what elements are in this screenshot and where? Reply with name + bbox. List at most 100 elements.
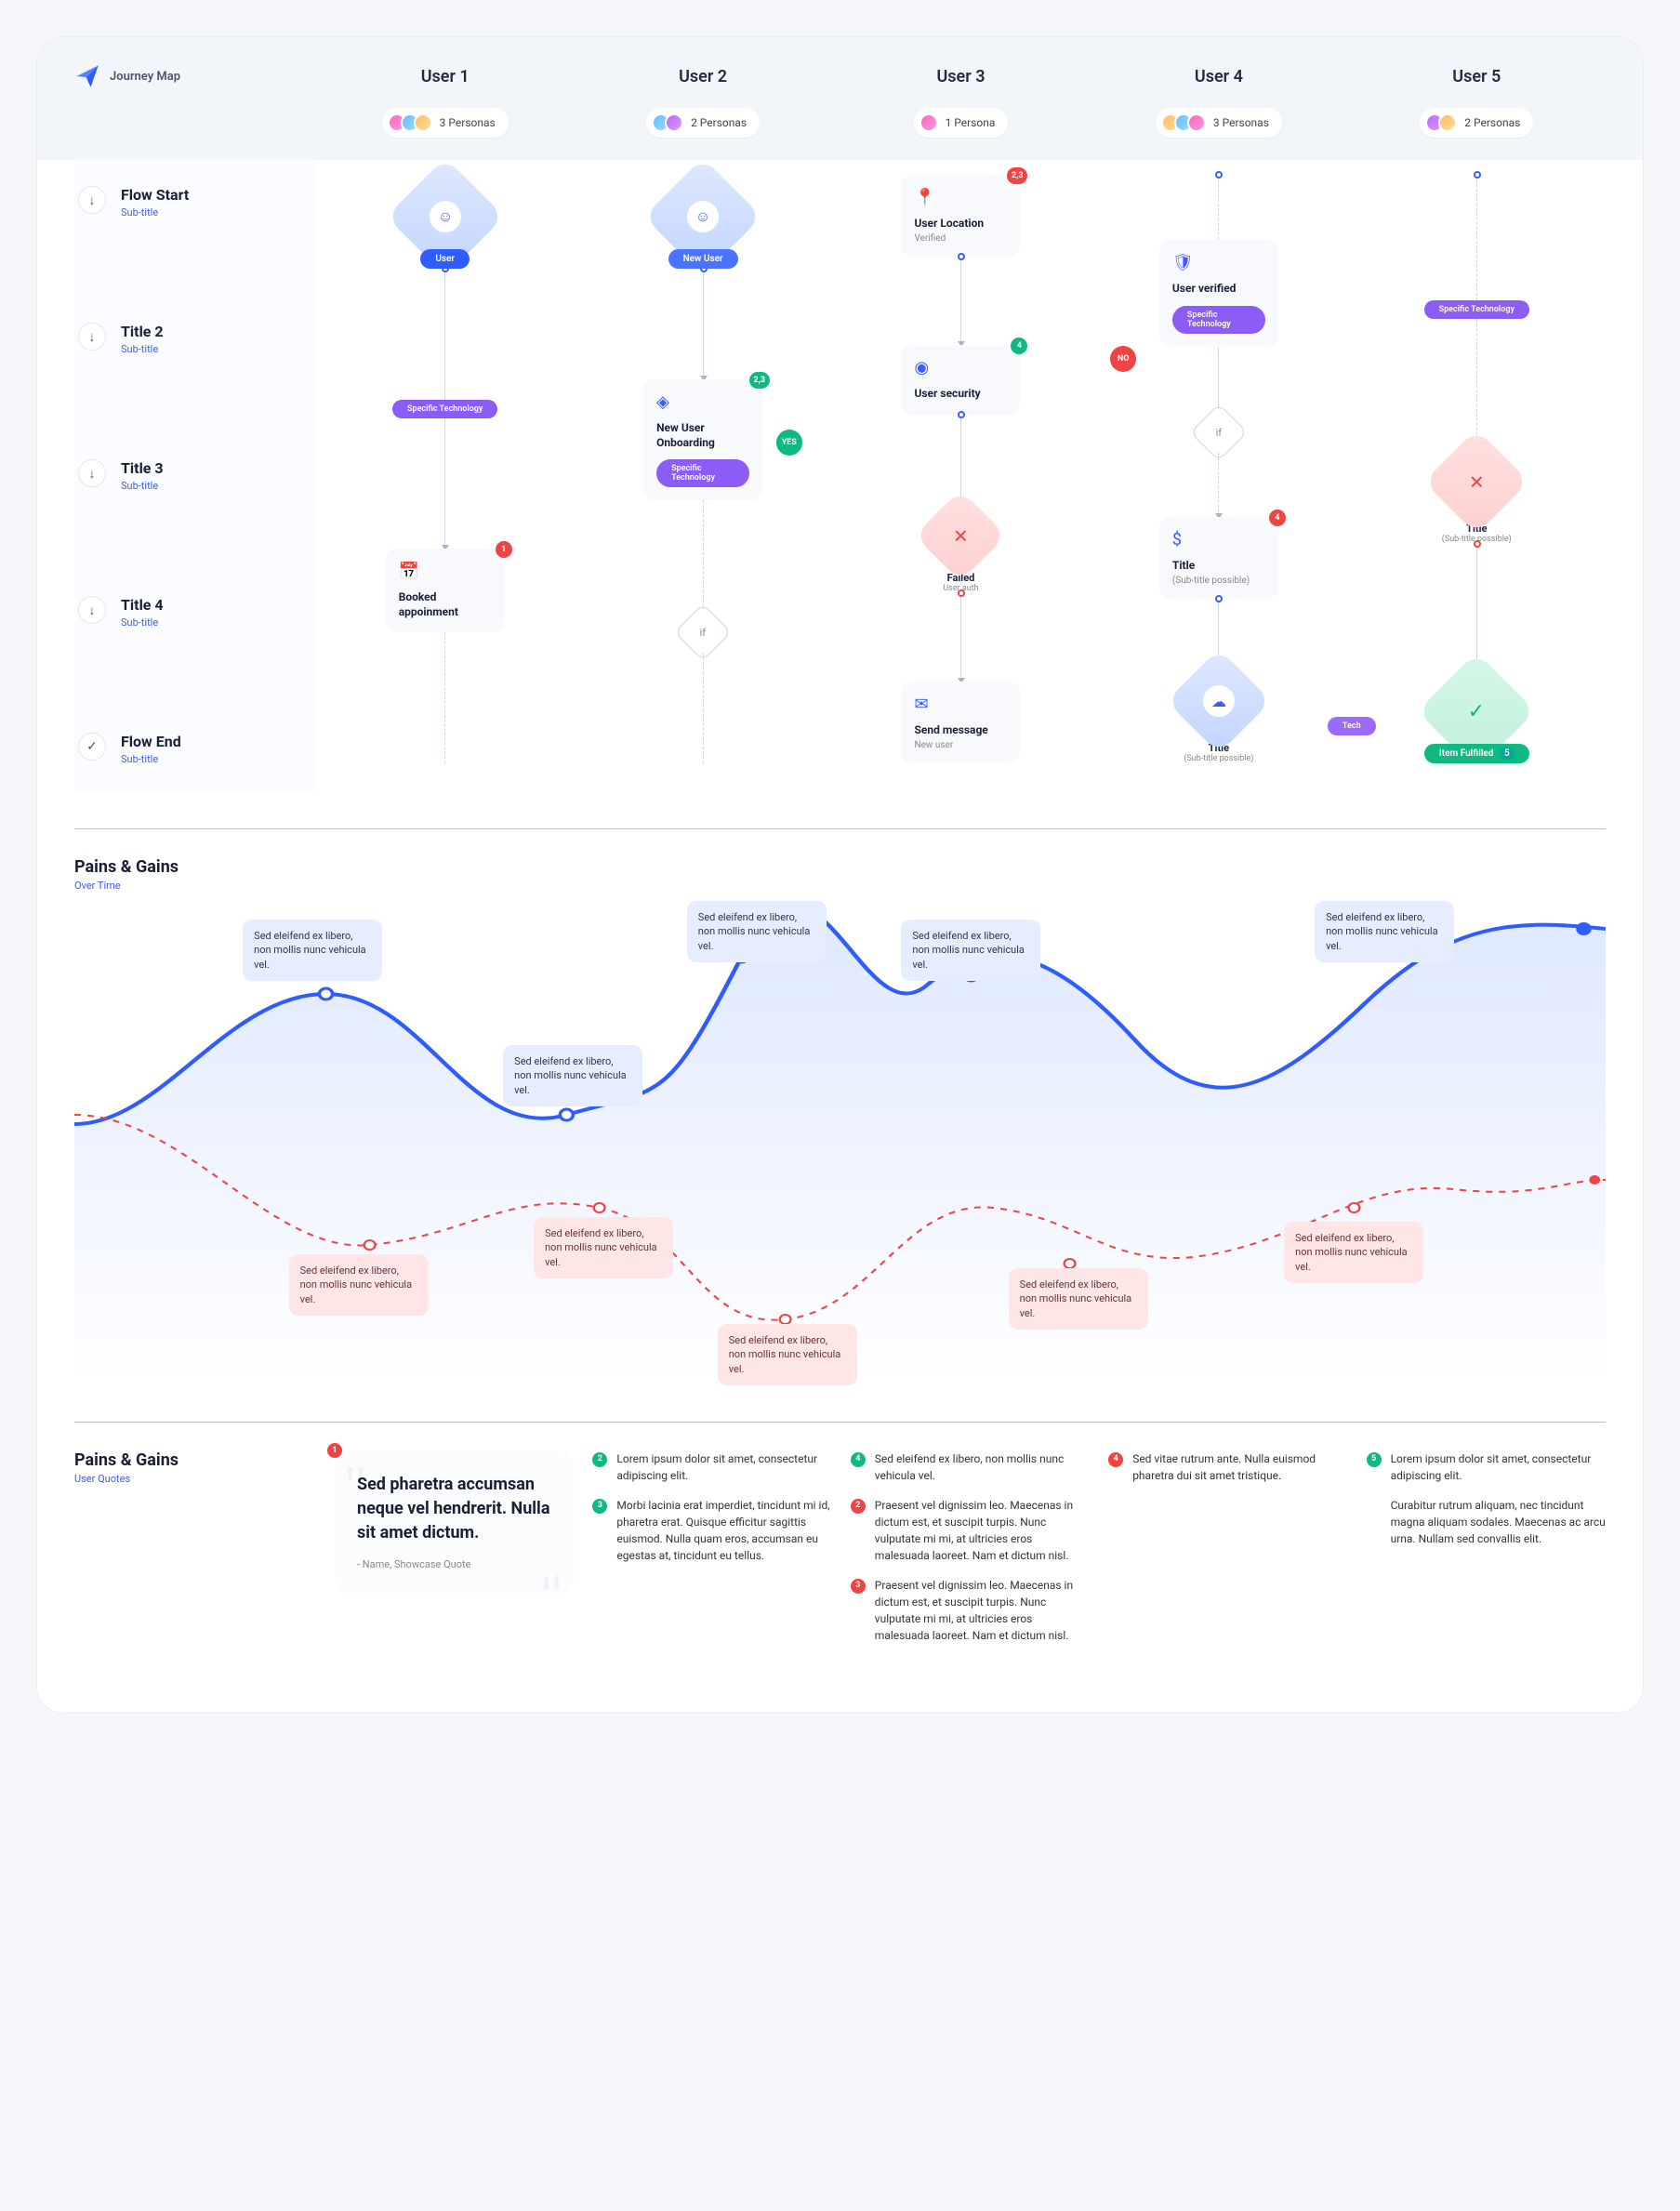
- fingerprint-icon: ◉: [914, 358, 1007, 377]
- quote-number-badge: 4: [1108, 1452, 1123, 1467]
- gain-note: Sed eleifend ex libero, non mollis nunc …: [1315, 901, 1454, 962]
- flow-col-user2: ☺ New User 2,3 ◈ New User Onboarding Spe…: [574, 160, 831, 791]
- gain-note: Sed eleifend ex libero, non mollis nunc …: [243, 920, 382, 981]
- calendar-icon: 📅: [399, 562, 492, 581]
- gain-note: Sed eleifend ex libero, non mollis nunc …: [687, 901, 827, 962]
- flow-col-user1: ☺ User Specific Technology 1 📅 Booked ap…: [316, 160, 574, 791]
- pains-gains-header: Pains & Gains Over Time: [37, 829, 1643, 901]
- persona-pill-5[interactable]: 2 Personas: [1420, 108, 1533, 138]
- failed-node[interactable]: ✕: [915, 490, 1007, 582]
- gain-note: Sed eleifend ex libero, non mollis nunc …: [503, 1045, 642, 1106]
- quote-number-badge: 5: [1367, 1452, 1382, 1467]
- gain-note: Sed eleifend ex libero, non mollis nunc …: [901, 920, 1040, 981]
- col-head-user1: User 1: [316, 67, 574, 86]
- pains-gains-chart: Sed eleifend ex libero, non mollis nunc …: [74, 901, 1606, 1384]
- end-node-user4[interactable]: ☁: [1166, 648, 1271, 753]
- quote-col-3: 4Sed vitae rutrum ante. Nulla euismod ph…: [1108, 1450, 1347, 1657]
- quote-text: Lorem ipsum dolor sit amet, consectetur …: [1391, 1450, 1606, 1484]
- quote-number-badge: 2: [592, 1452, 607, 1467]
- user-icon: ☺: [687, 201, 719, 232]
- arrow-down-icon: ↓: [78, 459, 106, 487]
- quote-number-badge: 3: [592, 1499, 607, 1514]
- tech-pill: Specific Technology: [1172, 306, 1265, 334]
- persona-row: 3 Personas 2 Personas 1 Persona 3 Person…: [37, 108, 1643, 160]
- pain-note: Sed eleifend ex libero, non mollis nunc …: [1009, 1268, 1148, 1330]
- logo: Journey Map: [74, 63, 316, 89]
- persona-pill-1[interactable]: 3 Personas: [382, 108, 509, 138]
- badge: 4: [1011, 338, 1027, 354]
- flow-col-user3: YES NO 2,3 📍 User Location Verified 4 ◉ …: [832, 160, 1090, 791]
- pain-note: Sed eleifend ex libero, non mollis nunc …: [289, 1254, 429, 1316]
- persona-pill-2[interactable]: 2 Personas: [646, 108, 760, 138]
- flow-col-user4: 🛡 User verified Specific Technology if 4…: [1090, 160, 1347, 791]
- card-title-1[interactable]: 4 $ Title (Sub-title possible): [1159, 517, 1278, 599]
- card-send-message[interactable]: ✉ Send message New user: [901, 682, 1020, 763]
- quote-text: Sed eleifend ex libero, non mollis nunc …: [875, 1450, 1090, 1484]
- card-booked-appointment[interactable]: 1 📅 Booked appoinment: [386, 549, 505, 632]
- row-flow-start: ↓Flow StartSub-title: [74, 160, 316, 245]
- row-flow-end: ✓Flow EndSub-title: [74, 707, 316, 791]
- tech-pill: Specific Technology: [392, 400, 497, 418]
- row-title-4: ↓Title 4Sub-title: [74, 570, 316, 655]
- badge: 1: [496, 541, 512, 558]
- side-column: ↓Flow StartSub-title ↓Title 2Sub-title ↓…: [74, 160, 316, 791]
- quote-number-badge: 3: [851, 1579, 866, 1594]
- dollar-icon: $: [1172, 530, 1265, 549]
- quote-item: 3 Morbi lacinia erat imperdiet, tincidunt…: [592, 1497, 831, 1564]
- arrow-down-icon: ↓: [78, 186, 106, 214]
- check-icon: ✓: [78, 733, 106, 761]
- title-node-user5[interactable]: ✕: [1424, 429, 1529, 534]
- quote-text: Curabitur rutrum aliquam, nec tincidunt …: [1391, 1497, 1606, 1547]
- persona-pill-4[interactable]: 3 Personas: [1156, 108, 1282, 138]
- yes-chip: YES: [776, 430, 802, 456]
- row-title-3: ↓Title 3Sub-title: [74, 433, 316, 518]
- arrow-down-icon: ↓: [78, 596, 106, 624]
- location-icon: 📍: [914, 188, 1007, 207]
- layers-icon: ◈: [656, 392, 749, 412]
- flow-grid: ↓Flow StartSub-title ↓Title 2Sub-title ↓…: [37, 160, 1643, 791]
- close-icon: ✕: [1469, 470, 1485, 493]
- quote-col-4: 5 Lorem ipsum dolor sit amet, consectetur…: [1367, 1450, 1606, 1657]
- quotes-header: Pains & Gains User Quotes: [74, 1450, 316, 1657]
- quote-col-1: 2Lorem ipsum dolor sit amet, consectetur…: [592, 1450, 831, 1657]
- quote-item: 3 Praesent vel dignissim leo. Maecenas in…: [851, 1577, 1090, 1644]
- paper-plane-icon: [74, 63, 100, 89]
- quote-text: Morbi lacinia erat imperdiet, tincidunt …: [616, 1497, 831, 1564]
- card-onboarding[interactable]: 2,3 ◈ New User Onboarding Specific Techn…: [643, 379, 762, 500]
- send-icon: ✉: [914, 695, 1007, 714]
- quote-text: Praesent vel dignissim leo. Maecenas in …: [875, 1497, 1090, 1564]
- quote-item: 5 Lorem ipsum dolor sit amet, consectetur…: [1367, 1450, 1606, 1484]
- check-icon: ✓: [1468, 700, 1485, 723]
- pain-note: Sed eleifend ex libero, non mollis nunc …: [534, 1217, 673, 1278]
- user-pill: User: [420, 249, 470, 269]
- col-head-user5: User 5: [1348, 67, 1606, 86]
- card-user-security[interactable]: 4 ◉ User security: [901, 345, 1020, 415]
- quote-number-badge: 4: [851, 1452, 866, 1467]
- user-icon: ☺: [430, 201, 461, 232]
- arrow-down-icon: ↓: [78, 323, 106, 351]
- quote-col-2: 4 Sed eleifend ex libero, non mollis nunc…: [851, 1450, 1090, 1657]
- quotes-section: Pains & Gains User Quotes 1 " Sed pharet…: [37, 1423, 1643, 1713]
- shield-icon: 🛡: [1172, 253, 1265, 272]
- badge: 2,3: [1007, 167, 1028, 184]
- logo-label: Journey Map: [110, 70, 180, 84]
- col-head-user2: User 2: [574, 67, 831, 86]
- quote-item: 4 Sed eleifend ex libero, non mollis nunc…: [851, 1450, 1090, 1484]
- quote-number-badge: 2: [851, 1499, 866, 1514]
- badge: 4: [1269, 510, 1286, 526]
- row-title-2: ↓Title 2Sub-title: [74, 297, 316, 381]
- quote-item: 2Lorem ipsum dolor sit amet, consectetur…: [592, 1450, 831, 1484]
- quote-badge: 1: [327, 1443, 342, 1458]
- tech-pill: Specific Technology: [1424, 300, 1529, 319]
- card-user-location[interactable]: 2,3 📍 User Location Verified: [901, 175, 1020, 257]
- badge: 2,3: [749, 372, 771, 389]
- pain-note: Sed eleifend ex libero, non mollis nunc …: [1284, 1222, 1423, 1283]
- header-row: Journey Map User 1 User 2 User 3 User 4 …: [37, 37, 1643, 108]
- fulfilled-pill: Item Fulfilled 5: [1424, 744, 1529, 763]
- persona-pill-3[interactable]: 1 Persona: [914, 108, 1009, 138]
- col-head-user4: User 4: [1090, 67, 1347, 86]
- flow-col-user5: Specific Technology ✕ Title(Sub-title po…: [1348, 160, 1606, 791]
- new-user-pill: New User: [668, 249, 738, 269]
- card-user-verified[interactable]: 🛡 User verified Specific Technology: [1159, 240, 1278, 347]
- quote-text: Praesent vel dignissim leo. Maecenas in …: [875, 1577, 1090, 1644]
